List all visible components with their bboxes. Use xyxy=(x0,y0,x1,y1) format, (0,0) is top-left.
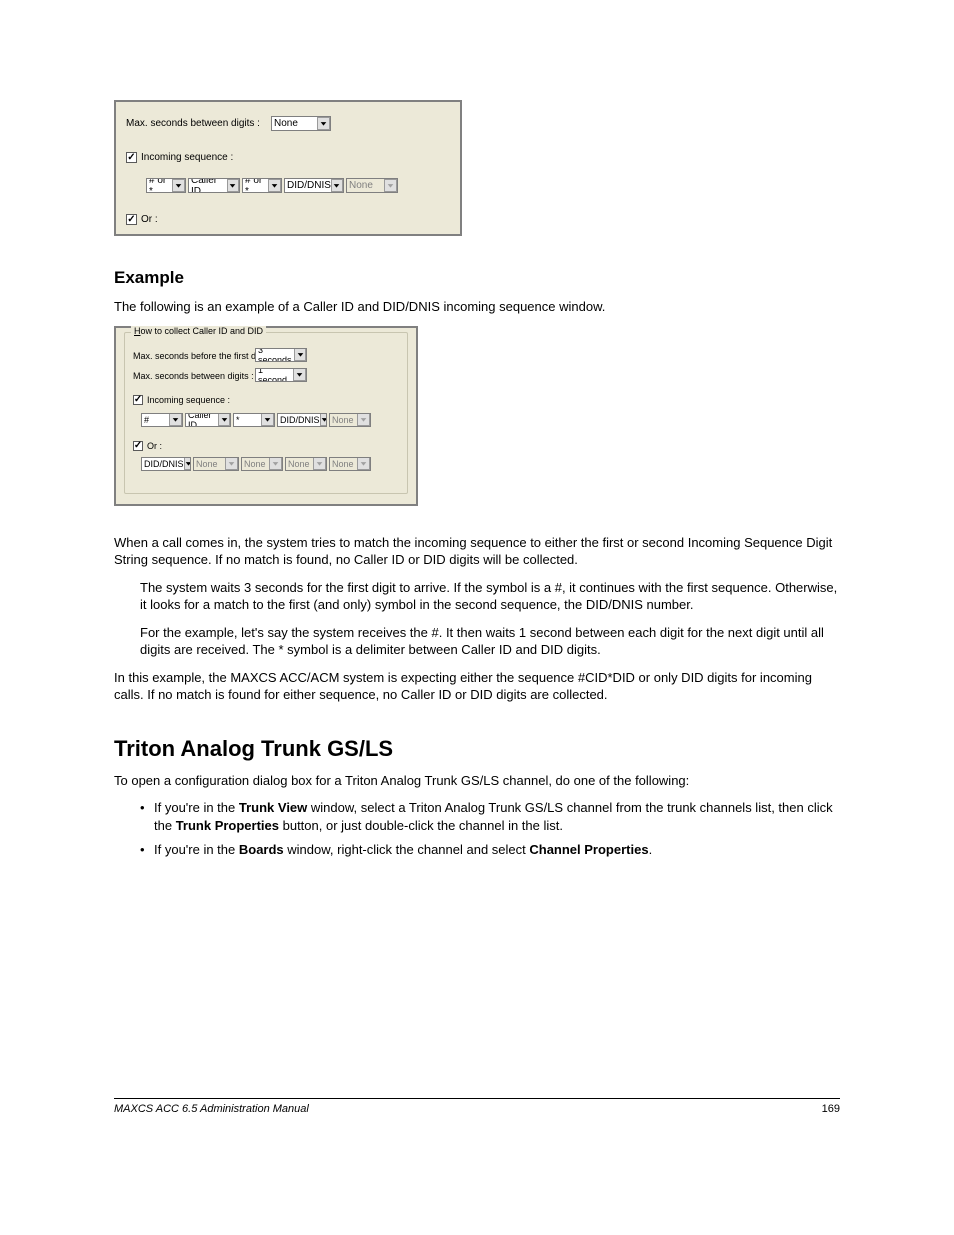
combo-seq1-5: None xyxy=(346,178,398,193)
groupbox: How to collect Caller ID and DID Max. se… xyxy=(124,332,408,494)
row-incoming-seq: ✓ Incoming sequence : xyxy=(126,152,233,163)
label-incoming: Incoming sequence : xyxy=(141,152,233,163)
combo-seq1-2[interactable]: Caller ID xyxy=(188,178,240,193)
combo-b2: None xyxy=(193,457,239,471)
combo-row-b: DID/DNIS None None None None xyxy=(141,457,371,471)
chevron-down-icon[interactable] xyxy=(172,179,185,192)
groupbox-legend: How to collect Caller ID and DID xyxy=(131,326,266,336)
chevron-down-icon xyxy=(384,179,397,192)
text-in-this-example: In this example, the MAXCS ACC/ACM syste… xyxy=(114,669,840,704)
combo-row-1: # or * Caller ID # or * DID/DNIS None xyxy=(146,178,398,193)
combo-b5: None xyxy=(329,457,371,471)
text-open-dialog: To open a configuration dialog box for a… xyxy=(114,772,840,790)
chevron-down-icon[interactable] xyxy=(320,413,327,426)
chevron-down-icon[interactable] xyxy=(261,413,274,426)
row-or: ✓ Or : xyxy=(126,214,158,225)
screenshot-sequence-full: How to collect Caller ID and DID Max. se… xyxy=(114,326,418,506)
text-intro: The following is an example of a Caller … xyxy=(114,298,840,316)
combo-a3[interactable]: * xyxy=(233,413,275,427)
list-item: If you're in the Trunk View window, sele… xyxy=(140,799,840,834)
chevron-down-icon xyxy=(357,413,370,426)
checkbox-incoming[interactable]: ✓ xyxy=(133,395,143,405)
chevron-down-icon[interactable] xyxy=(317,117,330,130)
page-footer: MAXCS ACC 6.5 Administration Manual 169 xyxy=(114,1098,840,1115)
label-max-between: Max. seconds between digits : xyxy=(133,371,254,381)
chevron-down-icon[interactable] xyxy=(294,348,306,361)
row-incoming: ✓ Incoming sequence : xyxy=(133,395,230,405)
combo-value: None xyxy=(274,118,298,129)
label-or: Or : xyxy=(141,214,158,225)
footer-page-number: 169 xyxy=(822,1103,840,1115)
label-max-between: Max. seconds between digits : xyxy=(126,118,260,129)
text-when-call: When a call comes in, the system tries t… xyxy=(114,534,840,569)
chevron-down-icon xyxy=(225,457,238,470)
combo-seq1-1[interactable]: # or * xyxy=(146,178,186,193)
combo-a1[interactable]: # xyxy=(141,413,183,427)
screenshot-sequence-partial: Max. seconds between digits : None ✓ Inc… xyxy=(114,100,462,236)
combo-a2[interactable]: Caller ID xyxy=(185,413,231,427)
chevron-down-icon[interactable] xyxy=(331,179,343,192)
text-for-example: For the example, let's say the system re… xyxy=(140,624,840,659)
chevron-down-icon[interactable] xyxy=(227,179,239,192)
chevron-down-icon[interactable] xyxy=(293,368,306,381)
row-or: ✓ Or : xyxy=(133,441,162,451)
chevron-down-icon xyxy=(357,457,370,470)
chevron-down-icon[interactable] xyxy=(268,179,281,192)
checkbox-or[interactable]: ✓ xyxy=(126,214,137,225)
combo-a5: None xyxy=(329,413,371,427)
chevron-down-icon[interactable] xyxy=(218,413,230,426)
combo-a4[interactable]: DID/DNIS xyxy=(277,413,327,427)
bullet-list: If you're in the Trunk View window, sele… xyxy=(140,799,840,858)
chevron-down-icon[interactable] xyxy=(184,457,191,470)
label-max-before: Max. seconds before the first digit : xyxy=(133,351,273,361)
combo-seq1-4[interactable]: DID/DNIS xyxy=(284,178,344,193)
combo-b1[interactable]: DID/DNIS xyxy=(141,457,191,471)
heading-triton: Triton Analog Trunk GS/LS xyxy=(114,736,840,762)
combo-max-between[interactable]: None xyxy=(271,116,331,131)
combo-row-a: # Caller ID * DID/DNIS None xyxy=(141,413,371,427)
checkbox-incoming[interactable]: ✓ xyxy=(126,152,137,163)
combo-b3: None xyxy=(241,457,283,471)
checkbox-or[interactable]: ✓ xyxy=(133,441,143,451)
label-incoming: Incoming sequence : xyxy=(147,395,230,405)
footer-title: MAXCS ACC 6.5 Administration Manual xyxy=(114,1103,309,1115)
chevron-down-icon xyxy=(313,457,326,470)
combo-seq1-3[interactable]: # or * xyxy=(242,178,282,193)
list-item: If you're in the Boards window, right-cl… xyxy=(140,841,840,859)
combo-b4: None xyxy=(285,457,327,471)
label-or: Or : xyxy=(147,441,162,451)
chevron-down-icon xyxy=(269,457,282,470)
heading-example: Example xyxy=(114,268,840,288)
chevron-down-icon[interactable] xyxy=(169,413,182,426)
combo-max-between[interactable]: 1 second xyxy=(255,368,307,382)
combo-max-before[interactable]: 3 seconds xyxy=(255,348,307,362)
text-system-waits: The system waits 3 seconds for the first… xyxy=(140,579,840,614)
